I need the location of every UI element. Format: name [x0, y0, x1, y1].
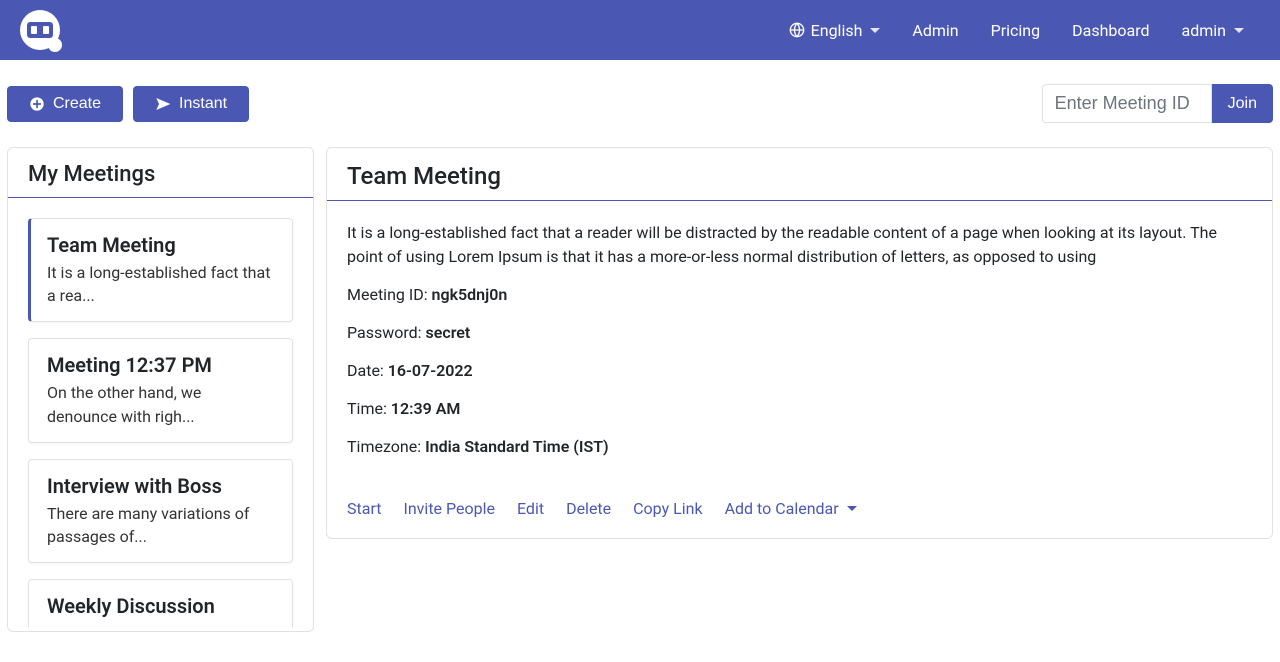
my-meetings-panel: My Meetings Team Meeting It is a long-es…: [7, 147, 314, 632]
main-content: My Meetings Team Meeting It is a long-es…: [0, 147, 1280, 652]
plus-circle-icon: [29, 96, 45, 112]
meeting-detail-title: Team Meeting: [327, 148, 1272, 201]
meeting-id-row: Meeting ID: ngk5dnj0n: [347, 283, 1252, 307]
language-label: English: [811, 21, 863, 40]
copy-link-link[interactable]: Copy Link: [633, 499, 702, 518]
toolbar: Create Instant Join: [0, 60, 1280, 147]
meeting-description: It is a long-established fact that a rea…: [347, 221, 1252, 269]
meeting-item[interactable]: Team Meeting It is a long-established fa…: [28, 218, 293, 322]
meeting-item-excerpt: There are many variations of passages of…: [47, 502, 274, 548]
chevron-down-icon: [847, 506, 857, 511]
meeting-item-title: Interview with Boss: [47, 474, 274, 498]
navbar: English Admin Pricing Dashboard admin: [0, 0, 1280, 60]
meeting-item-title: Meeting 12:37 PM: [47, 353, 274, 377]
start-link[interactable]: Start: [347, 499, 381, 518]
invite-people-link[interactable]: Invite People: [403, 499, 494, 518]
meeting-actions: Start Invite People Edit Delete Copy Lin…: [327, 493, 1272, 538]
meeting-timezone-row: Timezone: India Standard Time (IST): [347, 435, 1252, 459]
join-button[interactable]: Join: [1212, 84, 1273, 123]
nav-dashboard[interactable]: Dashboard: [1056, 13, 1165, 48]
user-label: admin: [1182, 21, 1226, 40]
logo-icon: [20, 10, 60, 50]
brand-logo[interactable]: [20, 10, 60, 50]
meeting-date-row: Date: 16-07-2022: [347, 359, 1252, 383]
edit-link[interactable]: Edit: [517, 499, 544, 518]
meeting-item-excerpt: It is a long-established fact that a rea…: [47, 261, 274, 307]
delete-link[interactable]: Delete: [566, 499, 611, 518]
meeting-password-row: Password: secret: [347, 321, 1252, 345]
meeting-item[interactable]: Interview with Boss There are many varia…: [28, 459, 293, 563]
join-meeting-group: Join: [1042, 84, 1273, 123]
meeting-time-row: Time: 12:39 AM: [347, 397, 1252, 421]
meeting-detail-panel: Team Meeting It is a long-established fa…: [326, 147, 1273, 539]
meeting-item-title: Weekly Discussion: [47, 594, 274, 618]
my-meetings-title: My Meetings: [8, 148, 313, 198]
meeting-item-excerpt: On the other hand, we denounce with righ…: [47, 381, 274, 427]
meeting-id-input[interactable]: [1042, 84, 1212, 123]
meeting-item[interactable]: Weekly Discussion: [28, 579, 293, 627]
create-button[interactable]: Create: [7, 86, 123, 122]
globe-icon: [789, 22, 805, 38]
meeting-item[interactable]: Meeting 12:37 PM On the other hand, we d…: [28, 338, 293, 442]
nav-pricing[interactable]: Pricing: [975, 13, 1057, 48]
meeting-list: Team Meeting It is a long-established fa…: [8, 198, 313, 627]
instant-button[interactable]: Instant: [133, 86, 249, 122]
meeting-item-title: Team Meeting: [47, 233, 274, 257]
chevron-down-icon: [1234, 28, 1244, 33]
paper-plane-icon: [155, 96, 171, 112]
nav-admin[interactable]: Admin: [896, 13, 974, 48]
add-to-calendar-dropdown[interactable]: Add to Calendar: [725, 499, 857, 518]
user-dropdown[interactable]: admin: [1166, 13, 1260, 48]
language-dropdown[interactable]: English: [773, 13, 897, 48]
meeting-detail-body: It is a long-established fact that a rea…: [327, 201, 1272, 493]
chevron-down-icon: [870, 28, 880, 33]
